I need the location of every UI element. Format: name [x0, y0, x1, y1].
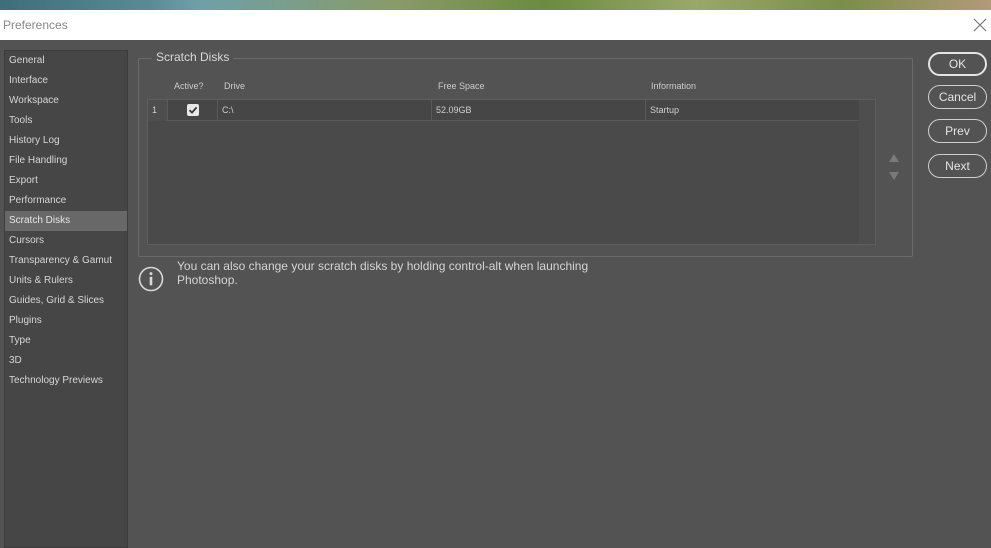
sidebar-item-3d[interactable]: 3D [5, 351, 127, 371]
sidebar-item-history-log[interactable]: History Log [5, 131, 127, 151]
sidebar-item-workspace[interactable]: Workspace [5, 91, 127, 111]
sidebar-item-plugins[interactable]: Plugins [5, 311, 127, 331]
sidebar-item-scratch-disks[interactable]: Scratch Disks [5, 211, 127, 231]
scratch-disks-table: 1 C:\ 52.09GB Startup [147, 99, 876, 245]
preferences-sidebar: General Interface Workspace Tools Histor… [4, 50, 128, 548]
scratch-disks-title: Scratch Disks [152, 50, 234, 64]
sidebar-item-tools[interactable]: Tools [5, 111, 127, 131]
table-row[interactable]: 1 C:\ 52.09GB Startup [148, 100, 860, 121]
drive-cell: C:\ [218, 100, 432, 121]
active-cell [168, 100, 218, 121]
sidebar-item-export[interactable]: Export [5, 171, 127, 191]
active-checkbox[interactable] [186, 104, 199, 116]
sidebar-item-type[interactable]: Type [5, 331, 127, 351]
sidebar-item-guides-grid-slices[interactable]: Guides, Grid & Slices [5, 291, 127, 311]
title-bar: Preferences [0, 10, 991, 40]
ok-button[interactable]: OK [928, 52, 987, 76]
scratch-disk-note: You can also change your scratch disks b… [177, 259, 589, 287]
cancel-button[interactable]: Cancel [928, 85, 987, 109]
column-header-free-space: Free Space [438, 81, 485, 91]
move-down-arrow-icon[interactable] [888, 168, 900, 180]
background-image-strip [0, 0, 991, 10]
sidebar-item-performance[interactable]: Performance [5, 191, 127, 211]
row-number: 1 [148, 100, 168, 121]
sidebar-item-general[interactable]: General [5, 51, 127, 71]
prev-button[interactable]: Prev [928, 119, 987, 143]
info-icon [138, 266, 164, 292]
sidebar-item-cursors[interactable]: Cursors [5, 231, 127, 251]
table-scrollbar[interactable] [859, 100, 875, 244]
close-icon[interactable] [971, 14, 989, 34]
window-title: Preferences [3, 18, 68, 32]
sidebar-item-transparency-gamut[interactable]: Transparency & Gamut [5, 251, 127, 271]
next-button[interactable]: Next [928, 154, 987, 178]
column-header-active: Active? [174, 81, 204, 91]
sidebar-item-technology-previews[interactable]: Technology Previews [5, 371, 127, 391]
free-space-cell: 52.09GB [432, 100, 646, 121]
move-up-arrow-icon[interactable] [888, 150, 900, 162]
sidebar-item-units-rulers[interactable]: Units & Rulers [5, 271, 127, 291]
sidebar-item-interface[interactable]: Interface [5, 71, 127, 91]
sidebar-item-file-handling[interactable]: File Handling [5, 151, 127, 171]
column-header-drive: Drive [224, 81, 246, 91]
column-header-information: Information [651, 81, 697, 91]
information-cell: Startup [650, 105, 680, 115]
